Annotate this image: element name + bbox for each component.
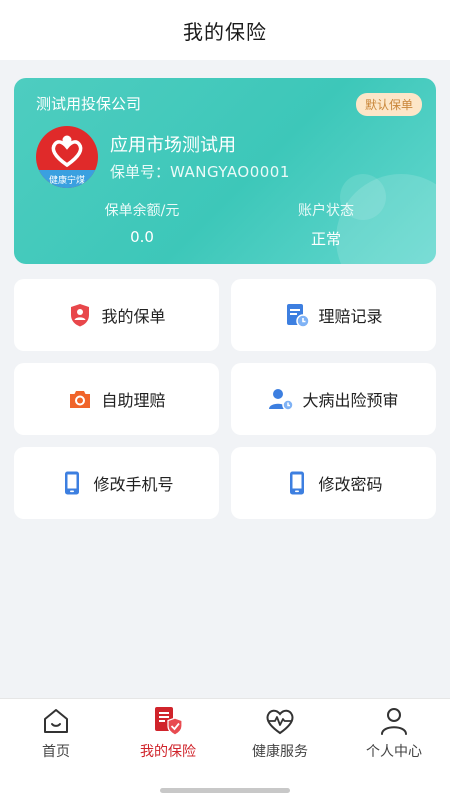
user-clock-icon xyxy=(268,386,295,412)
change-password-tile[interactable]: 修改密码 xyxy=(231,447,436,519)
tab-my-insurance-label: 我的保险 xyxy=(140,744,196,760)
balance-label: 保单余额/元 xyxy=(104,203,180,219)
logo-text: 健康宁煤 xyxy=(48,176,85,186)
camera-icon xyxy=(67,386,93,412)
page-title: 我的保险 xyxy=(183,19,267,44)
account-status-label: 账户状态 xyxy=(298,203,354,219)
home-icon xyxy=(40,705,72,737)
tab-home[interactable]: 首页 xyxy=(0,705,112,765)
critical-illness-precheck-tile[interactable]: 大病出险预审 xyxy=(231,363,436,435)
tab-health-services-label: 健康服务 xyxy=(252,744,308,760)
tab-health-services[interactable]: 健康服务 xyxy=(224,705,336,765)
person-icon xyxy=(378,705,410,737)
change-password-label: 修改密码 xyxy=(318,475,383,494)
tab-personal-center-label: 个人中心 xyxy=(366,744,422,760)
heart-logo-icon xyxy=(51,135,83,168)
critical-illness-precheck-label: 大病出险预审 xyxy=(302,391,399,410)
account-status-value: 正常 xyxy=(310,230,341,248)
product-name: 应用市场测试用 xyxy=(110,135,236,156)
policy-card[interactable]: 测试用投保公司 默认保单 健康宁煤 应用市场测试用 保单号：WANGYAO000… xyxy=(14,78,436,264)
self-claim-label: 自助理赔 xyxy=(101,391,166,410)
default-policy-badge: 默认保单 xyxy=(355,93,422,116)
my-policy-label: 我的保单 xyxy=(101,307,166,326)
policy-number-label: 保单号： xyxy=(110,163,171,181)
policy-number: 保单号：WANGYAO0001 xyxy=(110,161,290,182)
home-indicator xyxy=(160,788,290,793)
change-phone-tile[interactable]: 修改手机号 xyxy=(14,447,219,519)
policy-number-value: WANGYAO0001 xyxy=(170,163,290,181)
claim-record-icon xyxy=(284,302,311,328)
balance-value: 0.0 xyxy=(130,228,154,246)
phone-lock-icon xyxy=(284,470,310,496)
tab-my-insurance[interactable]: 我的保险 xyxy=(112,705,224,765)
heart-pulse-icon xyxy=(264,705,296,737)
change-phone-label: 修改手机号 xyxy=(93,475,174,494)
tab-home-label: 首页 xyxy=(42,744,70,760)
app-header: 我的保险 xyxy=(0,0,450,60)
my-policy-tile[interactable]: 我的保单 xyxy=(14,279,219,351)
phone-icon xyxy=(59,470,85,496)
claim-records-label: 理赔记录 xyxy=(318,307,383,326)
insurance-icon xyxy=(152,705,184,737)
tab-personal-center[interactable]: 个人中心 xyxy=(338,705,450,765)
account-status-stat: 账户状态 正常 xyxy=(236,200,416,249)
insurer-name: 测试用投保公司 xyxy=(36,95,142,113)
policy-shield-icon xyxy=(67,302,93,328)
self-claim-tile[interactable]: 自助理赔 xyxy=(14,363,219,435)
balance-stat: 保单余额/元 0.0 xyxy=(52,200,232,246)
bottom-tab-bar: 首页 我的保险 健康服务 个人中心 xyxy=(0,698,450,800)
claim-records-tile[interactable]: 理赔记录 xyxy=(231,279,436,351)
product-logo: 健康宁煤 xyxy=(36,126,98,188)
